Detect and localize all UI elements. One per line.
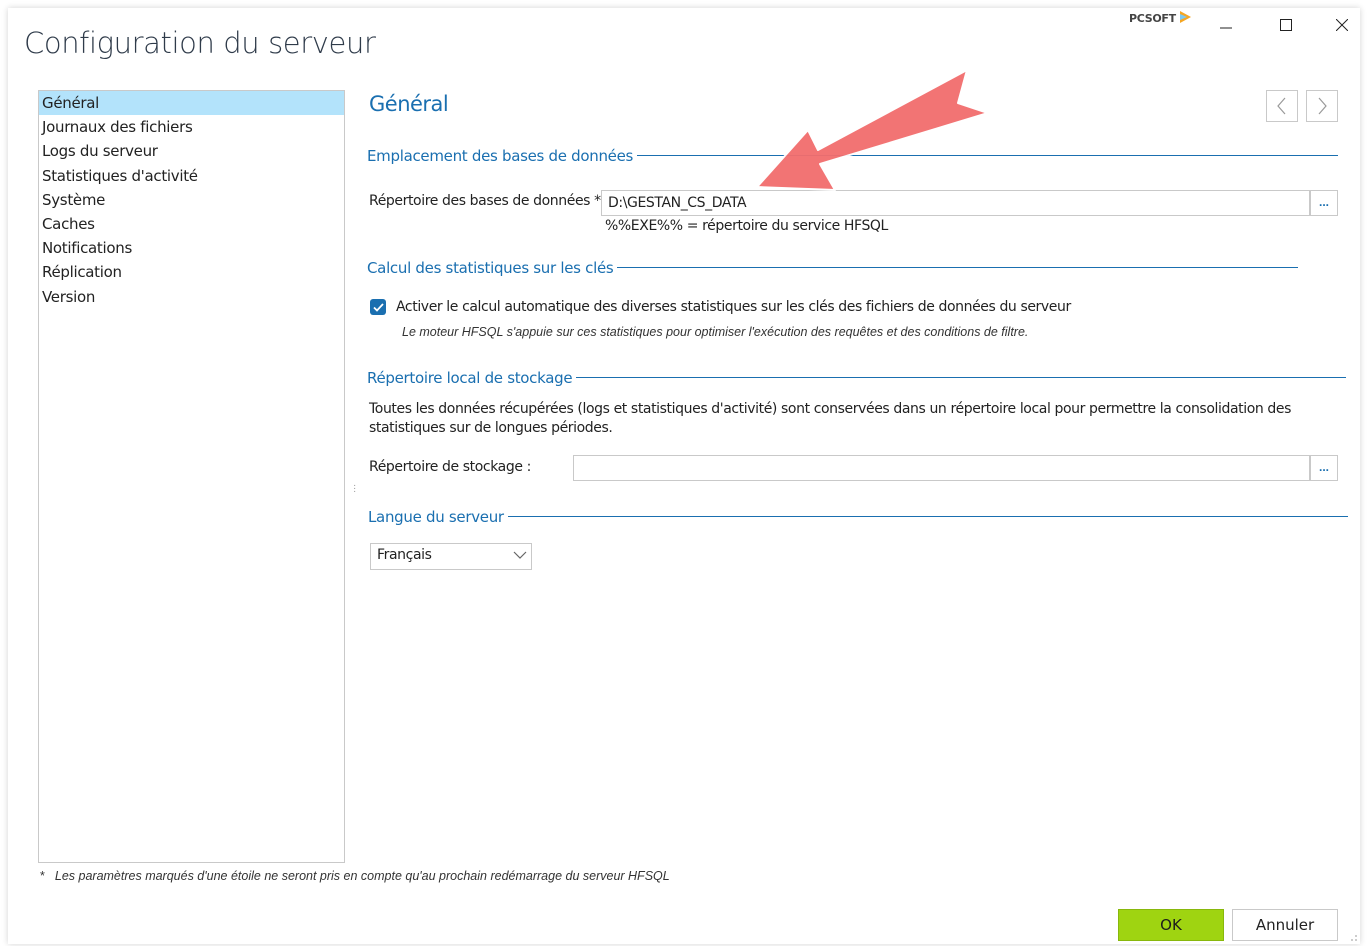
group-divider	[574, 377, 1346, 378]
pcsoft-logo: PCSOFT	[1129, 12, 1176, 25]
sidebar-item-systeme[interactable]: Système	[39, 188, 344, 212]
chevron-right-icon	[1318, 97, 1327, 115]
auto-stats-note: Le moteur HFSQL s'appuie sur ces statist…	[402, 325, 1029, 339]
minimize-button[interactable]	[1198, 8, 1254, 42]
sidebar-item-statistiques[interactable]: Statistiques d'activité	[39, 164, 344, 188]
local-storage-description: Toutes les données récupérées (logs et s…	[369, 401, 1291, 436]
cancel-button[interactable]: Annuler	[1232, 909, 1338, 941]
storage-directory-input[interactable]	[573, 455, 1310, 481]
auto-stats-checkbox-label[interactable]: Activer le calcul automatique des divers…	[396, 299, 1071, 315]
previous-page-button[interactable]	[1266, 90, 1298, 122]
ok-button[interactable]: OK	[1118, 909, 1224, 941]
sidebar-item-version[interactable]: Version	[39, 285, 344, 309]
group-title-db-location: Emplacement des bases de données	[367, 147, 638, 165]
config-window: Configuration du serveur PCSOFT Général …	[8, 8, 1360, 944]
maximize-button[interactable]	[1258, 8, 1314, 42]
group-title-language: Langue du serveur	[368, 508, 508, 526]
sidebar-nav: Général Journaux des fichiers Logs du se…	[38, 90, 345, 863]
maximize-icon	[1280, 19, 1292, 31]
next-page-button[interactable]	[1306, 90, 1338, 122]
group-divider	[504, 516, 1348, 517]
footnote-star: *	[40, 869, 45, 883]
group-title-local-storage: Répertoire local de stockage	[367, 369, 577, 387]
sidebar-item-journaux[interactable]: Journaux des fichiers	[39, 115, 344, 139]
footnote-text: Les paramètres marqués d'une étoile ne s…	[54, 869, 670, 883]
auto-stats-checkbox[interactable]	[370, 299, 386, 315]
language-select-value: Français	[377, 547, 432, 563]
group-divider	[628, 155, 1338, 156]
restart-footnote: * Les paramètres marqués d'une étoile ne …	[40, 869, 670, 883]
sidebar-item-general[interactable]: Général	[39, 91, 344, 116]
sidebar-item-caches[interactable]: Caches	[39, 212, 344, 236]
sidebar-item-replication[interactable]: Réplication	[39, 260, 344, 284]
db-directory-hint: %%EXE%% = répertoire du service HFSQL	[605, 218, 888, 234]
pcsoft-logo-icon	[1180, 11, 1191, 23]
sidebar-item-notifications[interactable]: Notifications	[39, 236, 344, 260]
minimize-icon	[1220, 27, 1232, 29]
db-directory-input[interactable]	[601, 190, 1310, 216]
splitter-handle[interactable]: · · ·	[353, 481, 356, 497]
close-button[interactable]	[1314, 8, 1367, 42]
language-select[interactable]: Français	[370, 543, 532, 570]
close-icon	[1336, 19, 1348, 31]
chevron-left-icon	[1277, 97, 1286, 115]
checkmark-icon	[372, 302, 384, 312]
sidebar-item-logs[interactable]: Logs du serveur	[39, 139, 344, 163]
resize-grip-icon[interactable]	[1348, 932, 1358, 942]
db-directory-label: Répertoire des bases de données * :	[369, 193, 610, 209]
window-title: Configuration du serveur	[24, 26, 376, 60]
storage-directory-label: Répertoire de stockage :	[369, 459, 531, 475]
page-title: Général	[369, 92, 449, 116]
chevron-down-icon	[513, 551, 527, 559]
db-directory-browse-button[interactable]: ...	[1310, 190, 1338, 216]
group-title-key-stats: Calcul des statistiques sur les clés	[367, 259, 618, 277]
storage-directory-browse-button[interactable]: ...	[1310, 455, 1338, 481]
group-divider	[608, 267, 1298, 268]
